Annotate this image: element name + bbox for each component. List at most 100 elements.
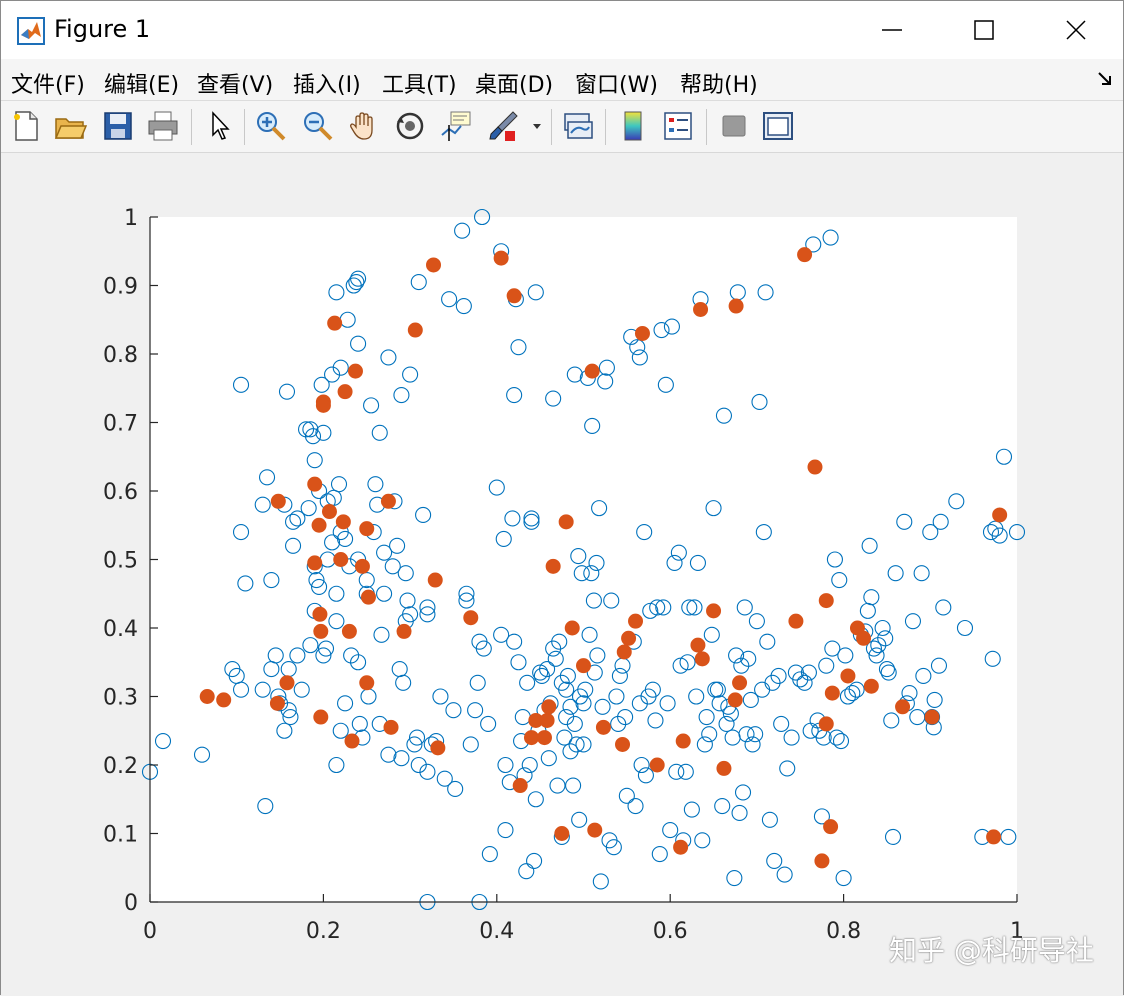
menu-tools[interactable]: 工具(T) bbox=[382, 67, 457, 99]
data-point-filled bbox=[335, 514, 351, 530]
brush-icon[interactable] bbox=[487, 109, 521, 143]
save-icon[interactable] bbox=[101, 109, 135, 143]
data-point-filled bbox=[728, 298, 744, 314]
maximize-icon bbox=[974, 20, 994, 40]
toolbar-separator bbox=[191, 109, 192, 145]
data-point-filled bbox=[863, 678, 879, 694]
data-point-filled bbox=[407, 322, 423, 338]
data-point-filled bbox=[690, 637, 706, 653]
toolbar bbox=[1, 101, 1123, 153]
dock-arrow-icon[interactable] bbox=[1097, 71, 1113, 87]
data-point-filled bbox=[216, 692, 232, 708]
data-point-filled bbox=[716, 760, 732, 776]
y-tick-label: 0.2 bbox=[103, 754, 138, 779]
data-point-filled bbox=[628, 613, 644, 629]
data-point-filled bbox=[856, 630, 872, 646]
data-point-filled bbox=[341, 623, 357, 639]
menu-file[interactable]: 文件(F) bbox=[11, 67, 85, 99]
data-point-filled bbox=[347, 363, 363, 379]
data-point-filled bbox=[541, 699, 557, 715]
minimize-button[interactable] bbox=[846, 1, 938, 59]
print-icon[interactable] bbox=[146, 109, 180, 143]
data-point-filled bbox=[279, 675, 295, 691]
hide-plot-tools-icon[interactable] bbox=[717, 109, 751, 143]
colorbar-icon[interactable] bbox=[616, 109, 650, 143]
data-point-filled bbox=[396, 623, 412, 639]
scatter-axes[interactable]: 0 0.2 0.4 0.6 0.8 1 0 0.1 0.2 0.3 0.4 0.5 0.6 0.7 0.8 0… bbox=[1, 153, 1124, 996]
legend-icon[interactable] bbox=[661, 109, 695, 143]
data-point-filled bbox=[814, 853, 830, 869]
link-plot-icon[interactable] bbox=[561, 109, 595, 143]
data-point-filled bbox=[807, 459, 823, 475]
data-point-filled bbox=[649, 757, 665, 773]
data-point-filled bbox=[818, 593, 834, 609]
data-point-filled bbox=[269, 695, 285, 711]
close-button[interactable] bbox=[1030, 1, 1122, 59]
data-point-filled bbox=[616, 644, 632, 660]
data-point-filled bbox=[311, 517, 327, 533]
watermark-text: 知乎 @科研导社 bbox=[889, 934, 1094, 967]
data-point-filled bbox=[554, 826, 570, 841]
figure-canvas[interactable]: 0 0.2 0.4 0.6 0.8 1 0 0.1 0.2 0.3 0.4 0.5 0.6 0.7 0.8 0… bbox=[1, 153, 1123, 996]
menu-insert[interactable]: 插入(I) bbox=[293, 67, 361, 99]
rotate-3d-icon[interactable] bbox=[393, 109, 427, 143]
data-point-filled bbox=[558, 514, 574, 530]
data-point-filled bbox=[333, 552, 349, 567]
pan-hand-icon[interactable] bbox=[347, 109, 381, 143]
data-point-filled bbox=[824, 685, 840, 701]
data-cursor-icon[interactable] bbox=[439, 109, 473, 143]
y-tick-label: 0.7 bbox=[103, 412, 138, 437]
toolbar-separator bbox=[551, 109, 552, 145]
show-plot-tools-icon[interactable] bbox=[761, 109, 795, 143]
data-point-filled bbox=[564, 620, 580, 636]
data-point-filled bbox=[315, 397, 331, 413]
data-point-filled bbox=[312, 606, 328, 622]
data-point-filled bbox=[383, 719, 399, 735]
data-point-filled bbox=[359, 521, 375, 537]
data-point-filled bbox=[576, 658, 591, 674]
open-file-icon[interactable] bbox=[53, 109, 87, 143]
data-point-filled bbox=[380, 493, 396, 509]
minimize-icon bbox=[882, 29, 902, 31]
x-tick-label: 0.4 bbox=[479, 919, 514, 944]
data-point-filled bbox=[634, 325, 650, 341]
y-tick-label: 0.9 bbox=[103, 275, 138, 300]
x-tick-label: 0.6 bbox=[653, 919, 688, 944]
data-point-filled bbox=[493, 250, 509, 266]
data-point-filled bbox=[584, 363, 600, 379]
data-point-filled bbox=[595, 719, 611, 735]
data-point-filled bbox=[621, 630, 637, 646]
data-point-filled bbox=[344, 733, 360, 749]
new-figure-icon[interactable] bbox=[9, 109, 43, 143]
data-point-filled bbox=[354, 558, 370, 574]
zoom-out-icon[interactable] bbox=[301, 109, 335, 143]
title-bar[interactable]: Figure 1 bbox=[1, 1, 1123, 59]
chevron-down-icon[interactable] bbox=[529, 109, 545, 143]
x-tick-label: 0.8 bbox=[826, 919, 861, 944]
zoom-in-icon[interactable] bbox=[254, 109, 288, 143]
data-point-filled bbox=[694, 651, 710, 667]
data-point-filled bbox=[307, 476, 323, 492]
data-point-filled bbox=[360, 589, 376, 605]
maximize-button[interactable] bbox=[938, 1, 1030, 59]
menu-window[interactable]: 窗口(W) bbox=[575, 67, 658, 99]
data-point-filled bbox=[506, 288, 522, 304]
data-point-filled bbox=[427, 572, 443, 588]
y-tick-label: 0.4 bbox=[103, 617, 138, 642]
close-icon bbox=[1066, 20, 1086, 40]
data-point-filled bbox=[587, 822, 603, 838]
menu-edit[interactable]: 编辑(E) bbox=[104, 67, 179, 99]
y-tick-label: 0.6 bbox=[103, 480, 138, 505]
select-arrow-icon[interactable] bbox=[203, 109, 237, 143]
y-tick-label: 0.3 bbox=[103, 686, 138, 711]
data-point-filled bbox=[693, 301, 709, 317]
data-point-filled bbox=[270, 493, 286, 509]
data-point-filled bbox=[788, 613, 804, 629]
data-point-filled bbox=[673, 839, 689, 855]
menu-help[interactable]: 帮助(H) bbox=[680, 67, 758, 99]
data-point-filled bbox=[426, 257, 442, 273]
menu-desktop[interactable]: 桌面(D) bbox=[475, 67, 553, 99]
data-point-filled bbox=[840, 668, 856, 684]
menu-view[interactable]: 查看(V) bbox=[197, 67, 273, 99]
data-point-filled bbox=[706, 603, 722, 619]
